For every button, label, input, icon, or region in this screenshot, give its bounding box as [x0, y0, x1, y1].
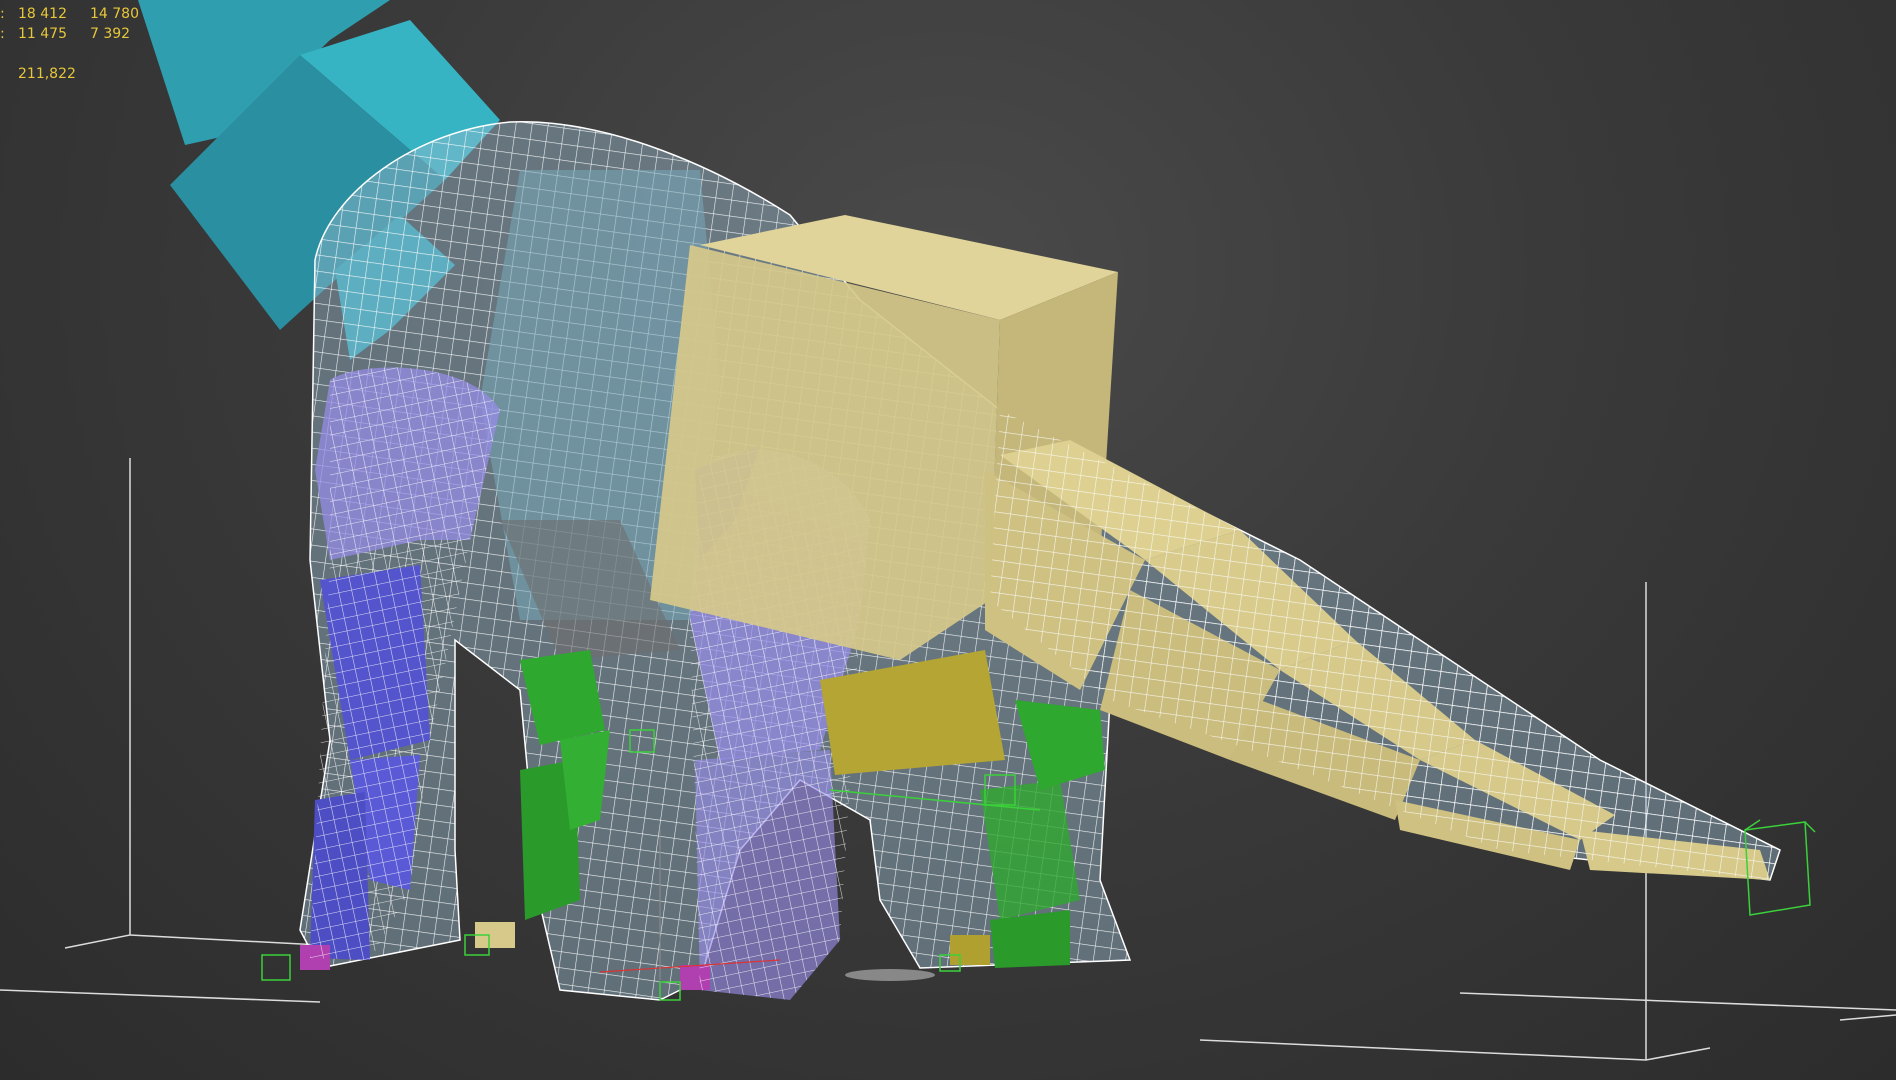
3d-viewport[interactable]: [0, 0, 1896, 1080]
